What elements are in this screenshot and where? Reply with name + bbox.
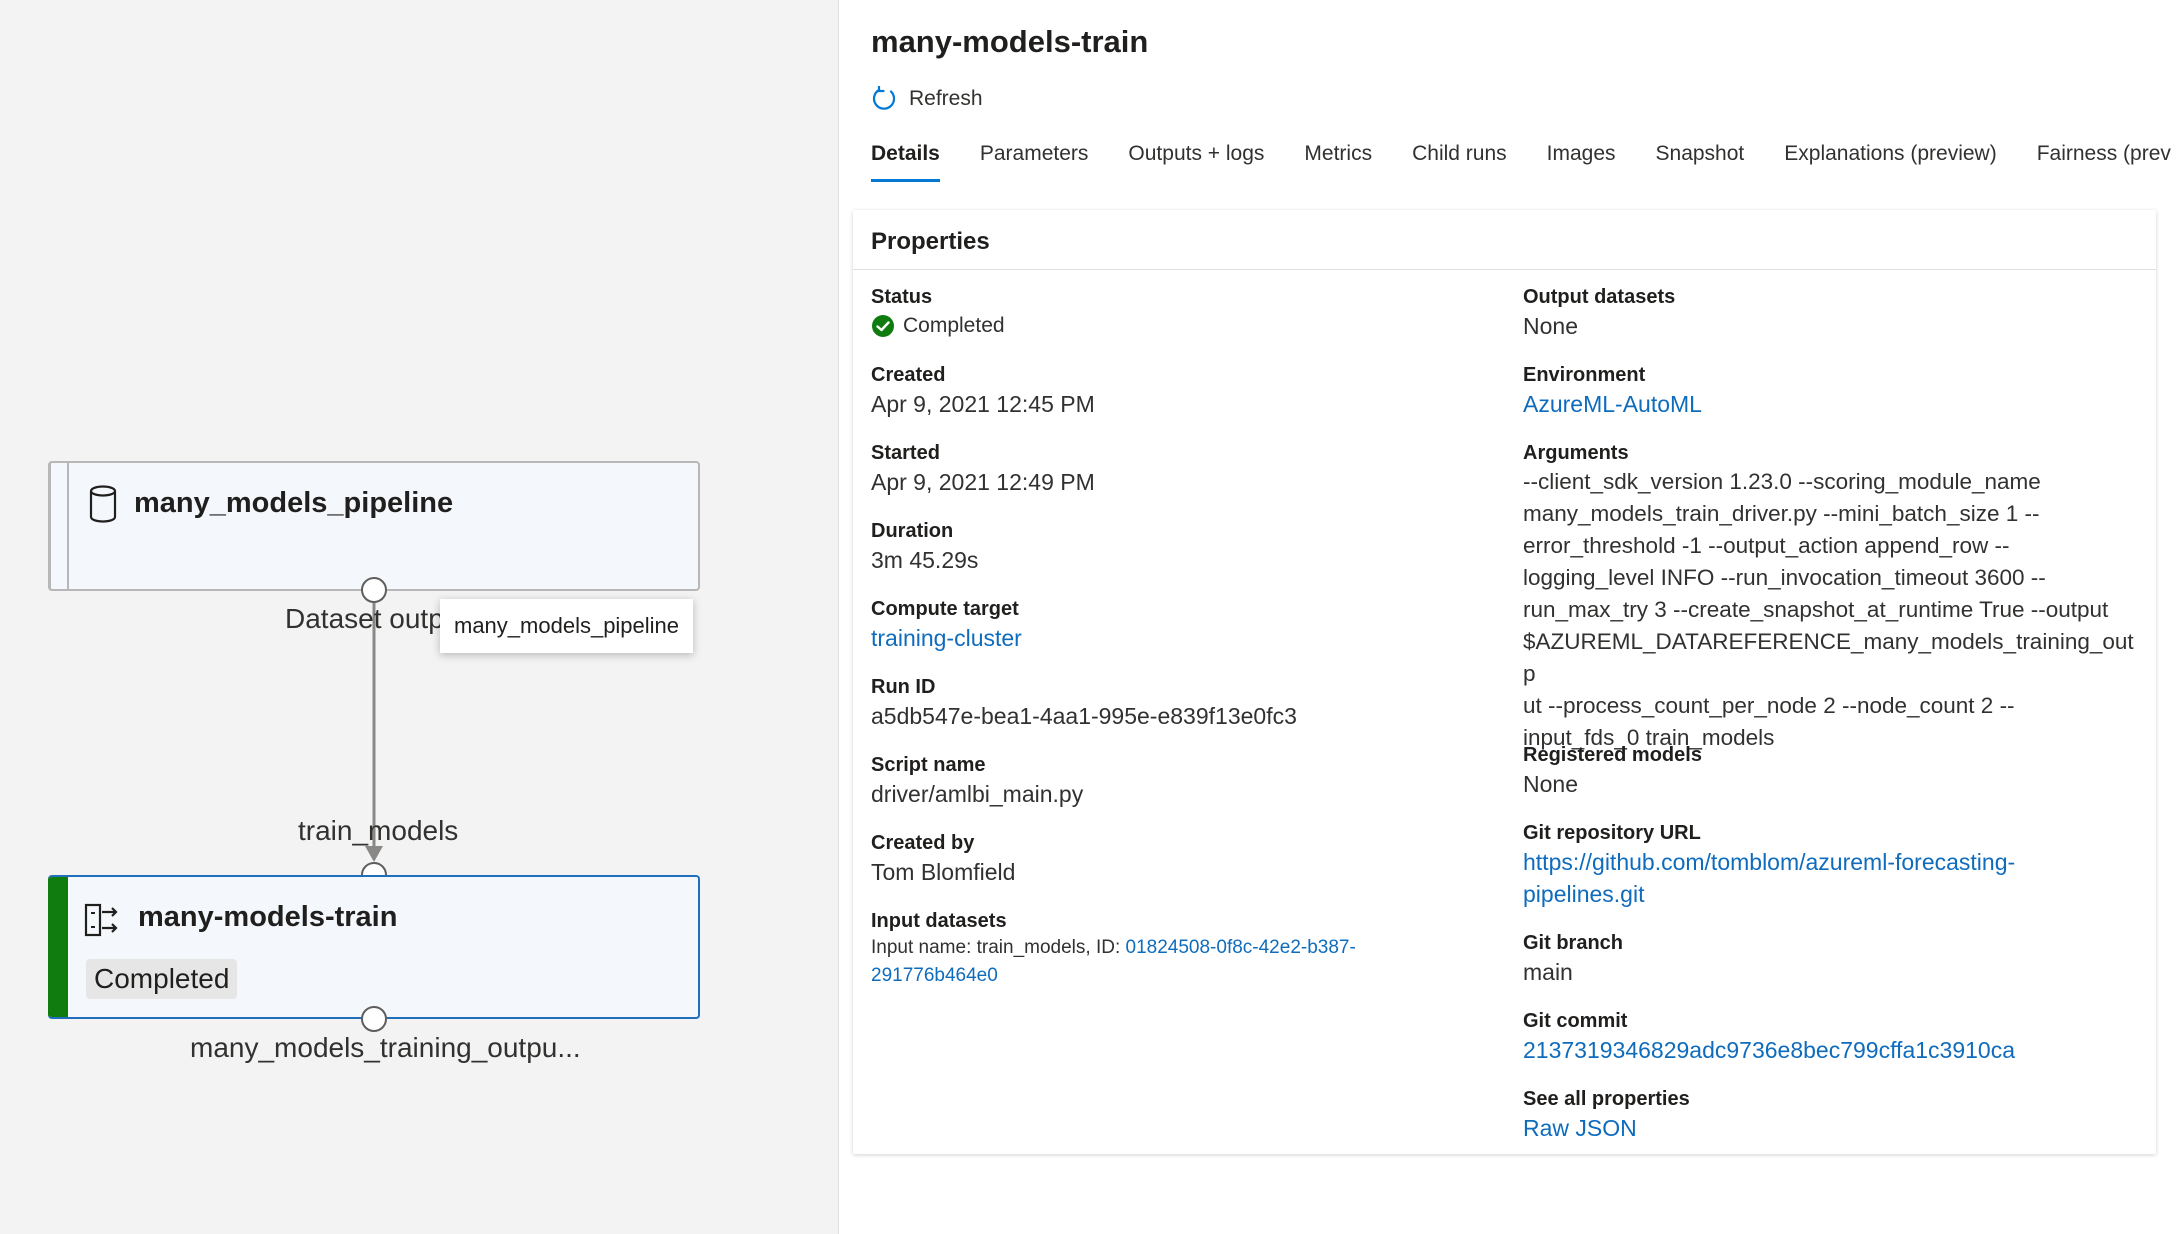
prop-run-id: Run ID a5db547e-bea1-4aa1-995e-e839f13e0… [871,674,1471,732]
created-by-label: Created by [871,832,975,854]
prop-created-by: Created by Tom Blomfield [871,830,1471,888]
created-label: Created [871,364,946,386]
arguments-line: ut --process_count_per_node 2 --node_cou… [1523,693,2015,718]
registered-models-label: Registered models [1523,744,1702,766]
git-commit-link[interactable]: 2137319346829adc9736e8bec799cffa1c3910ca [1523,1034,2143,1066]
tab-bar: Details Parameters Outputs + logs Metric… [871,142,2179,182]
environment-label: Environment [1523,364,1646,386]
output-datasets-label: Output datasets [1523,286,1676,308]
prop-git-commit: Git commit 2137319346829adc9736e8bec799c… [1523,1008,2143,1066]
tab-child-runs[interactable]: Child runs [1412,142,1507,182]
pipeline-canvas[interactable]: many_models_pipeline Dataset outp many_m… [0,0,838,1234]
node-tooltip: many_models_pipeline [440,599,694,653]
refresh-icon [872,86,896,110]
created-by-value: Tom Blomfield [871,859,1016,885]
git-commit-label: Git commit [1523,1010,1628,1032]
arguments-line: $AZUREML_DATAREFERENCE_many_models_train… [1523,629,2134,686]
refresh-button[interactable]: Refresh [871,86,983,112]
tab-details[interactable]: Details [871,142,940,182]
environment-link[interactable]: AzureML-AutoML [1523,388,2143,420]
prop-registered-models: Registered models None [1523,742,2143,800]
panel-title: many-models-train [871,24,1149,59]
train-status-badge: Completed [86,959,238,999]
status-indicator-bar [48,877,68,1017]
properties-header: Properties [853,210,2156,270]
duration-label: Duration [871,520,954,542]
prop-output-datasets: Output datasets None [1523,284,2143,342]
input-dataset-id-link-cont[interactable]: 291776b464e0 [871,965,998,986]
input-datasets-label: Input datasets [871,910,1007,932]
git-repo-label: Git repository URL [1523,822,1701,844]
success-check-icon [872,315,894,337]
status-label: Status [871,286,933,308]
arguments-line: run_max_try 3 --create_snapshot_at_runti… [1523,597,2109,622]
git-repo-link[interactable]: https://github.com/tomblom/azureml-forec… [1523,846,2143,878]
properties-title: Properties [871,228,990,255]
prop-script-name: Script name driver/amlbi_main.py [871,752,1471,810]
duration-value: 3m 45.29s [871,547,979,573]
prop-environment: Environment AzureML-AutoML [1523,362,2143,420]
arguments-line: error_threshold -1 --output_action appen… [1523,533,2010,558]
prop-git-repo: Git repository URL https://github.com/to… [1523,820,2143,910]
arguments-line: --client_sdk_version 1.23.0 --scoring_mo… [1523,469,2041,494]
run-id-label: Run ID [871,676,936,698]
registered-models-value: None [1523,771,1578,797]
pipeline-node-title: many_models_pipeline [134,487,454,519]
run-id-value: a5db547e-bea1-4aa1-995e-e839f13e0fc3 [871,703,1297,729]
see-all-properties-label: See all properties [1523,1088,1690,1110]
git-repo-link-cont[interactable]: pipelines.git [1523,878,2143,910]
prop-status: Status Completed [871,284,1471,342]
pipeline-output-label: Dataset outp [285,603,444,634]
compute-target-label: Compute target [871,598,1019,620]
prop-see-all-properties: See all properties Raw JSON [1523,1086,2143,1144]
arguments-line: logging_level INFO --run_invocation_time… [1523,565,2046,590]
prop-arguments: Arguments --client_sdk_version 1.23.0 --… [1523,440,2143,754]
prop-git-branch: Git branch main [1523,930,2143,988]
compute-target-link[interactable]: training-cluster [871,622,1471,654]
input-dataset-id-link[interactable]: 01824508-0f8c-42e2-b387- [1126,937,1356,958]
raw-json-link[interactable]: Raw JSON [1523,1112,2143,1144]
script-name-label: Script name [871,754,986,776]
arguments-label: Arguments [1523,442,1629,464]
tab-metrics[interactable]: Metrics [1304,142,1372,182]
git-branch-label: Git branch [1523,932,1624,954]
tab-images[interactable]: Images [1547,142,1616,182]
train-output-label: many_models_training_outpu... [190,1032,581,1063]
created-value: Apr 9, 2021 12:45 PM [871,391,1095,417]
tab-parameters[interactable]: Parameters [980,142,1089,182]
train-input-label: train_models [298,815,459,846]
dataset-cylinder-icon [89,485,117,523]
properties-card: Properties Status Completed Created Apr … [853,210,2156,1154]
refresh-label: Refresh [909,87,983,110]
train-output-port[interactable] [361,1006,387,1032]
run-details-panel: many-models-train Refresh Details Parame… [838,0,2179,1234]
started-value: Apr 9, 2021 12:49 PM [871,469,1095,495]
tab-snapshot[interactable]: Snapshot [1656,142,1745,182]
script-name-value: driver/amlbi_main.py [871,781,1084,807]
status-value: Completed [903,314,1005,337]
started-label: Started [871,442,940,464]
prop-compute-target: Compute target training-cluster [871,596,1471,654]
pipeline-dataset-node[interactable]: many_models_pipeline [48,461,700,591]
pipeline-output-port[interactable] [361,577,387,603]
train-step-node[interactable]: many-models-train Completed [48,875,700,1019]
prop-created: Created Apr 9, 2021 12:45 PM [871,362,1471,420]
prop-input-datasets: Input datasets Input name: train_models,… [871,908,1471,990]
output-datasets-value: None [1523,313,1578,339]
tab-fairness[interactable]: Fairness (prev [2037,142,2171,182]
arguments-line: many_models_train_driver.py --mini_batch… [1523,501,2040,526]
prop-duration: Duration 3m 45.29s [871,518,1471,576]
input-dataset-prefix: Input name: train_models, ID: [871,937,1126,958]
tab-explanations[interactable]: Explanations (preview) [1784,142,1996,182]
parallel-run-step-icon [84,903,118,937]
git-branch-value: main [1523,959,1573,985]
prop-started: Started Apr 9, 2021 12:49 PM [871,440,1471,498]
train-node-title: many-models-train [138,901,398,933]
tab-outputs-logs[interactable]: Outputs + logs [1128,142,1264,182]
